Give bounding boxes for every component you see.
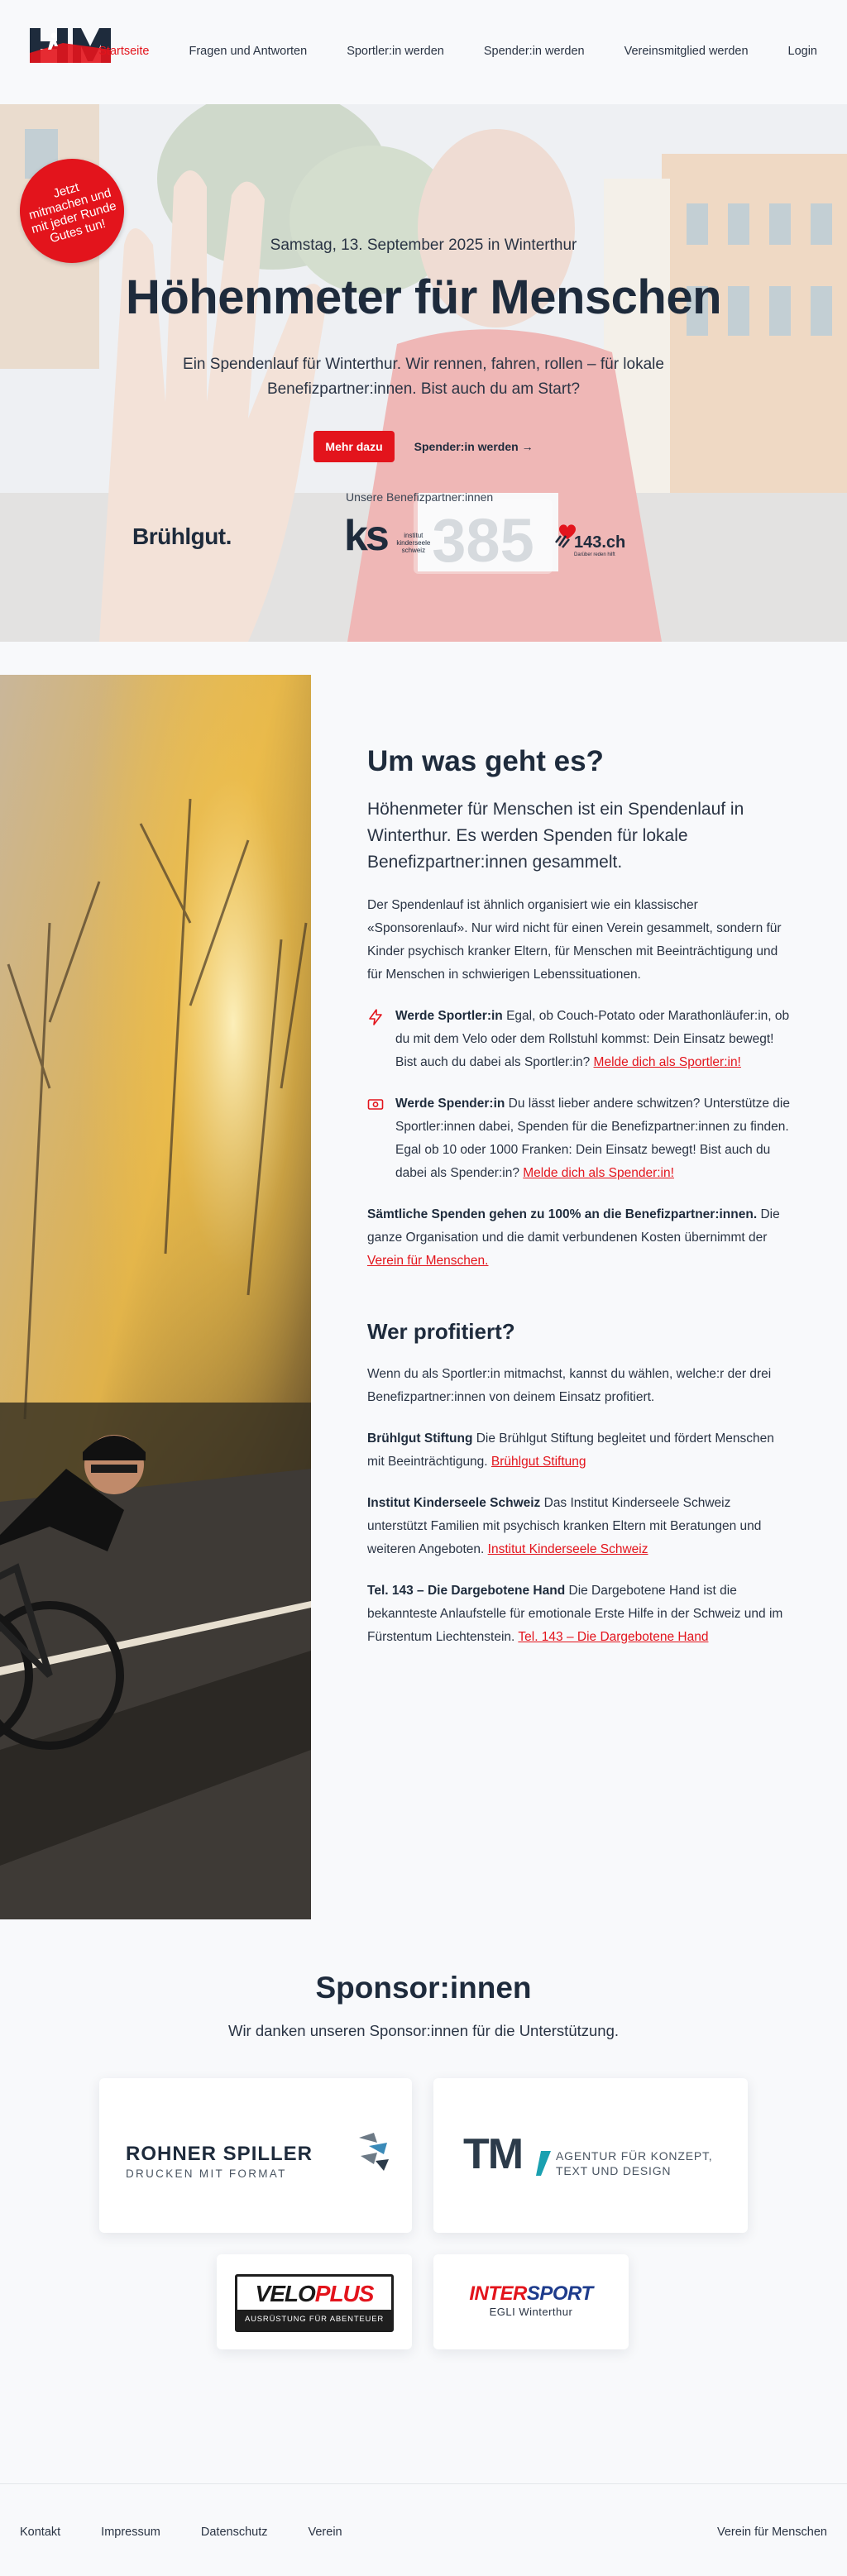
main-menu: Startseite Fragen und Antworten Sportler… <box>59 45 817 58</box>
sponsor-card-veloplus[interactable]: VELOPLUS AUSRÜSTUNG FÜR ABENTEUER <box>217 2254 412 2349</box>
verein-link[interactable]: Verein für Menschen. <box>367 1254 488 1268</box>
veloplus-plus: PLUS <box>314 2281 375 2306</box>
donation-note: Sämtliche Spenden gehen zu 100% an die B… <box>367 1203 791 1273</box>
rohner-spiller-name: ROHNER SPILLER <box>126 2143 313 2165</box>
who-title: Wer profitiert? <box>367 1319 515 1344</box>
partner-bruehlgut-title: Brühlgut Stiftung <box>367 1431 473 1446</box>
sponsor-card-intersport[interactable]: INTERSPORT EGLI Winterthur <box>433 2254 629 2349</box>
partner-logo-143[interactable]: 143.ch Darüber reden hilft <box>553 518 632 557</box>
sponsor-card-tm[interactable]: TM AGENTUR FÜR KONZEPT, TEXT UND DESIGN <box>433 2078 748 2233</box>
veloplus-wordmark: VELOPLUS <box>237 2277 391 2310</box>
tm-line-2: TEXT UND DESIGN <box>556 2164 672 2177</box>
feature-sportler-title: Werde Sportler:in <box>395 1009 503 1023</box>
about-intro: Der Spendenlauf ist ähnlich organisiert … <box>367 898 782 982</box>
hero-title: Höhenmeter für Menschen <box>125 270 722 324</box>
tm-line-1: AGENTUR FÜR KONZEPT, <box>556 2149 713 2163</box>
spender-signup-link[interactable]: Melde dich als Spender:in! <box>523 1166 674 1180</box>
donation-note-bold: Sämtliche Spenden gehen zu 100% an die B… <box>367 1207 758 1221</box>
feature-sportler: Werde Sportler:in Egal, ob Couch-Potato … <box>367 1005 791 1074</box>
dargebotene-hand-link[interactable]: Tel. 143 – Die Dargebotene Hand <box>518 1630 708 1644</box>
bruehlgut-link[interactable]: Brühlgut Stiftung <box>491 1455 586 1469</box>
rohner-spiller-sub: DRUCKEN MIT FORMAT <box>126 2167 287 2180</box>
heart-icon <box>559 524 576 539</box>
partner-kinderseele-title: Institut Kinderseele Schweiz <box>367 1496 541 1510</box>
intersport-logo: INTERSPORT EGLI Winterthur <box>457 2282 605 2318</box>
footer-kontakt[interactable]: Kontakt <box>20 2526 60 2539</box>
rohner-spiller-logo: ROHNER SPILLER DRUCKEN MIT FORMAT <box>126 2143 313 2180</box>
about-content: Um was geht es? Höhenmeter für Menschen … <box>367 745 791 1649</box>
footer: Kontakt Impressum Datenschutz Verein Ver… <box>0 2483 847 2576</box>
nav-sportler[interactable]: Sportler:in werden <box>347 45 444 58</box>
partners-label: Unsere Benefizpartner:innen <box>346 490 494 504</box>
footer-impressum[interactable]: Impressum <box>101 2526 160 2539</box>
hero-date: Samstag, 13. September 2025 in Winterthu… <box>270 237 577 254</box>
veloplus-velo: VELO <box>255 2281 316 2306</box>
footer-verein[interactable]: Verein <box>309 2526 342 2539</box>
partner-logo-bruehlgut[interactable]: Brühlgut. <box>132 523 232 550</box>
sponsors-section: Sponsor:innen Wir danken unseren Sponsor… <box>0 1919 847 2483</box>
kinderseele-text: institut kinderseele schweiz <box>396 532 431 554</box>
money-icon <box>367 1099 384 1110</box>
lightning-icon <box>369 1009 382 1025</box>
about-lead: Höhenmeter für Menschen ist ein Spendenl… <box>367 800 744 872</box>
partner-kinderseele: Institut Kinderseele Schweiz Das Institu… <box>367 1492 791 1561</box>
spender-werden-link[interactable]: Spender:in werden → <box>414 440 534 453</box>
footer-links: Kontakt Impressum Datenschutz Verein <box>20 2526 383 2539</box>
partner-143-sub: Darüber reden hilft <box>574 552 615 557</box>
partner-bruehlgut: Brühlgut Stiftung Die Brühlgut Stiftung … <box>367 1427 791 1474</box>
partner-143-text: 143.ch <box>574 533 625 552</box>
veloplus-tagline: AUSRÜSTUNG FÜR ABENTEUER <box>237 2310 391 2330</box>
about-title: Um was geht es? <box>367 745 604 777</box>
kinderseele-link[interactable]: Institut Kinderseele Schweiz <box>488 1542 648 1556</box>
intersport-sub: EGLI Winterthur <box>489 2306 573 2318</box>
footer-datenschutz[interactable]: Datenschutz <box>201 2526 268 2539</box>
feature-spender: Werde Spender:in Du lässt lieber andere … <box>367 1092 791 1185</box>
sponsors-title: Sponsor:innen <box>315 1971 532 2005</box>
footer-verein-fuer-menschen[interactable]: Verein für Menschen <box>717 2526 827 2539</box>
intersport-inter: INTER <box>469 2282 527 2305</box>
who-intro: Wenn du als Sportler:in mitmachst, kanns… <box>367 1367 772 1404</box>
hero-buttons: Mehr dazu Spender:in werden → <box>0 431 847 462</box>
about-section: Um was geht es? Höhenmeter für Menschen … <box>0 675 847 1919</box>
hero-section: 385 Jetzt mitmachen und mit jeder Runde … <box>0 104 847 642</box>
sportler-signup-link[interactable]: Melde dich als Sportler:in! <box>594 1055 741 1069</box>
top-navigation: Startseite Fragen und Antworten Sportler… <box>0 0 847 104</box>
veloplus-logo: VELOPLUS AUSRÜSTUNG FÜR ABENTEUER <box>235 2274 394 2332</box>
tm-logo-text: AGENTUR FÜR KONZEPT, TEXT UND DESIGN <box>556 2148 712 2178</box>
sponsors-subtitle: Wir danken unseren Sponsor:innen für die… <box>227 2022 620 2039</box>
partner-logo-kinderseele[interactable]: ks institut kinderseele schweiz <box>344 512 435 560</box>
nav-login[interactable]: Login <box>788 45 817 58</box>
nav-spender[interactable]: Spender:in werden <box>484 45 585 58</box>
rohner-spiller-mark-icon <box>359 2133 389 2171</box>
mehr-dazu-button[interactable]: Mehr dazu <box>313 431 395 462</box>
nav-startseite[interactable]: Startseite <box>98 45 149 58</box>
nav-faq[interactable]: Fragen und Antworten <box>189 45 308 58</box>
nav-vereinsmitglied[interactable]: Vereinsmitglied werden <box>624 45 749 58</box>
intersport-sport: SPORT <box>526 2282 593 2305</box>
cyclist-photo <box>0 675 311 1919</box>
feature-spender-title: Werde Spender:in <box>395 1097 505 1111</box>
intersport-wordmark: INTERSPORT <box>457 2282 605 2306</box>
tm-logo-mark: TM <box>463 2130 524 2178</box>
hero-content: 385 Jetzt mitmachen und mit jeder Runde … <box>0 104 847 642</box>
partner-143-title: Tel. 143 – Die Dargebotene Hand <box>367 1584 566 1598</box>
tm-comma-icon <box>536 2151 551 2176</box>
kinderseele-mark: ks <box>344 512 390 560</box>
hero-badge: Jetzt mitmachen und mit jeder Runde Gute… <box>7 146 136 275</box>
partner-143: Tel. 143 – Die Dargebotene Hand Die Darg… <box>367 1580 791 1649</box>
sponsor-card-rohner-spiller[interactable]: ROHNER SPILLER DRUCKEN MIT FORMAT <box>99 2078 412 2233</box>
hero-text: Ein Spendenlauf für Winterthur. Wir renn… <box>183 356 664 398</box>
